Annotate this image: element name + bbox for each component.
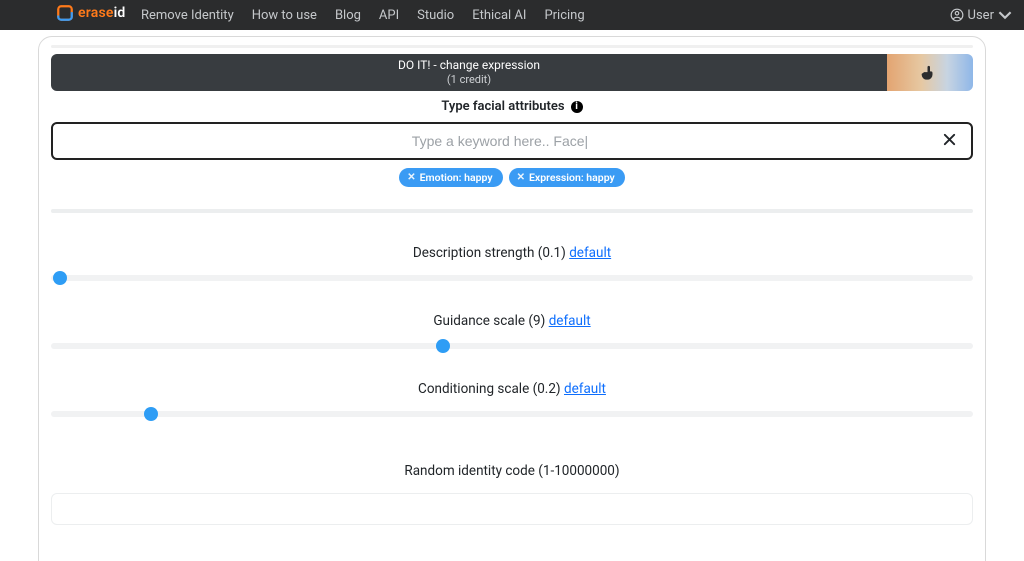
divider — [51, 209, 973, 213]
tag-remove-icon[interactable]: ✕ — [407, 172, 415, 183]
user-menu[interactable]: User — [950, 8, 1012, 23]
brand-logo[interactable]: eraseid — [56, 4, 126, 22]
clear-input-button[interactable] — [937, 132, 961, 151]
random-code-block: Random identity code (1-10000000) — [51, 463, 973, 525]
guidance-scale-label: Guidance scale (9) — [433, 313, 545, 329]
user-icon — [950, 8, 964, 22]
conditioning-scale-block: Conditioning scale (0.2) default — [51, 381, 973, 417]
facial-attributes-section: Type facial attributes i ✕ Emotion: happ… — [51, 99, 973, 213]
user-label: User — [968, 8, 994, 23]
guidance-scale-default-link[interactable]: default — [549, 313, 591, 329]
conditioning-scale-label: Conditioning scale (0.2) — [418, 381, 561, 397]
nav-ethical-ai[interactable]: Ethical AI — [472, 8, 526, 23]
description-strength-default-link[interactable]: default — [569, 245, 611, 261]
options-card: DO IT! - change expression (1 credit) Ty… — [38, 36, 986, 561]
tag-expression-happy[interactable]: ✕ Expression: happy — [509, 168, 625, 187]
close-icon — [942, 132, 957, 147]
facial-attributes-title: Type facial attributes i — [51, 99, 973, 114]
brand-text: eraseid — [78, 5, 126, 21]
slider-thumb[interactable] — [436, 339, 450, 353]
info-icon[interactable]: i — [571, 101, 583, 113]
slider-thumb[interactable] — [144, 407, 158, 421]
chevron-down-icon — [998, 8, 1012, 22]
tag-row: ✕ Emotion: happy ✕ Expression: happy — [51, 168, 973, 187]
nav-pricing[interactable]: Pricing — [544, 8, 584, 23]
slider-thumb[interactable] — [53, 271, 67, 285]
tag-emotion-happy[interactable]: ✕ Emotion: happy — [399, 168, 502, 187]
nav-studio[interactable]: Studio — [417, 8, 454, 23]
conditioning-scale-slider[interactable] — [51, 411, 973, 417]
nav-blog[interactable]: Blog — [335, 8, 361, 23]
nav-how-to-use[interactable]: How to use — [252, 8, 317, 23]
random-code-label: Random identity code (1-10000000) — [51, 463, 973, 479]
doit-line2: (1 credit) — [447, 73, 491, 87]
conditioning-scale-default-link[interactable]: default — [564, 381, 606, 397]
random-code-input[interactable] — [51, 493, 973, 525]
guidance-scale-block: Guidance scale (9) default — [51, 313, 973, 349]
guidance-scale-slider[interactable] — [51, 343, 973, 349]
nav-links: Remove Identity How to use Blog API Stud… — [141, 8, 585, 23]
keyword-input[interactable] — [63, 133, 937, 149]
doit-line1: DO IT! - change expression — [398, 58, 540, 73]
nav-remove-identity[interactable]: Remove Identity — [141, 8, 234, 23]
doit-thumbs[interactable] — [887, 54, 973, 91]
tag-remove-icon[interactable]: ✕ — [517, 172, 525, 183]
description-strength-block: Description strength (0.1) default — [51, 245, 973, 281]
nav-api[interactable]: API — [379, 8, 399, 23]
doit-text: DO IT! - change expression (1 credit) — [51, 54, 887, 91]
description-strength-slider[interactable] — [51, 275, 973, 281]
doit-button[interactable]: DO IT! - change expression (1 credit) — [51, 54, 973, 91]
description-strength-label: Description strength (0.1) — [413, 245, 566, 261]
pointer-icon — [920, 63, 940, 83]
keyword-input-wrap[interactable] — [51, 122, 973, 160]
navbar: eraseid Remove Identity How to use Blog … — [0, 0, 1024, 30]
logo-icon — [56, 4, 74, 22]
